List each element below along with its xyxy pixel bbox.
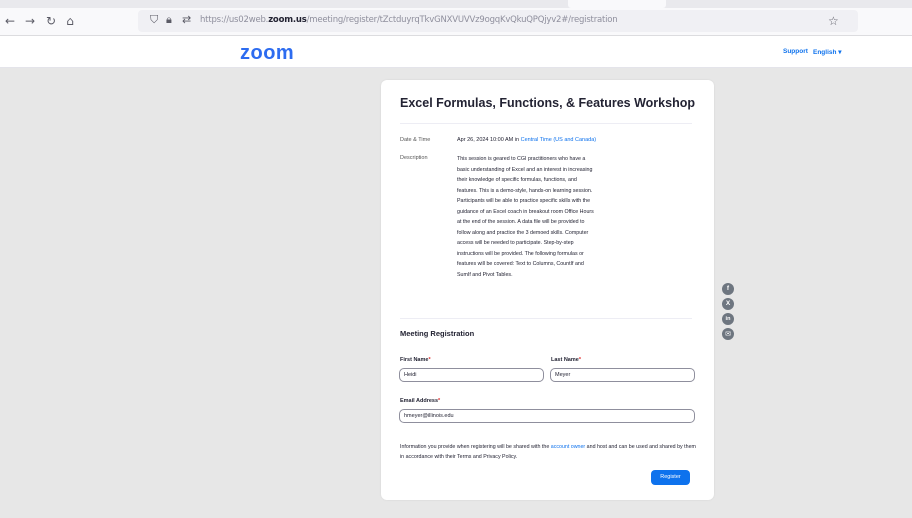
description-line: This session is geared to CGI practition… [457, 156, 586, 162]
divider [400, 318, 692, 319]
x-twitter-icon[interactable]: X [722, 298, 734, 310]
timezone-link[interactable]: Central Time (US and Canada) [521, 137, 597, 143]
email-label: Email Address* [400, 398, 441, 404]
support-link[interactable]: Support [783, 48, 808, 55]
description-line: Participants will be able to practice sp… [457, 198, 591, 204]
shield-icon[interactable]: ⛉ [150, 13, 158, 27]
registration-card: Excel Formulas, Functions, & Features Wo… [381, 80, 714, 500]
description-line: basic understanding of Excel and an inte… [457, 166, 593, 173]
url-bar[interactable]: ⛉ 🔒︎ ⇄ https://us02web.zoom.us/meeting/r… [138, 10, 858, 32]
back-arrow-icon[interactable]: ← [3, 14, 17, 28]
description-line: follow along and practice the 3 demoed s… [457, 229, 589, 236]
forward-arrow-icon[interactable]: → [23, 14, 37, 28]
registration-section-title: Meeting Registration [400, 329, 475, 338]
home-icon[interactable]: ⌂ [63, 14, 77, 28]
zoom-logo[interactable]: zoom [240, 42, 294, 65]
browser-toolbar: ← → ↻ ⌂ ⛉ 🔒︎ ⇄ https://us02web.zoom.us/m… [0, 0, 912, 36]
bookmark-star-icon[interactable]: ☆ [828, 14, 839, 28]
description-line: SumIf and Pivot Tables. [457, 271, 513, 278]
date-time-label: Date & Time [400, 137, 431, 143]
tab-strip [0, 0, 912, 8]
description-label: Description [400, 155, 428, 161]
divider [400, 123, 692, 124]
active-tab[interactable] [568, 0, 666, 8]
reload-icon[interactable]: ↻ [44, 14, 58, 28]
permissions-icon[interactable]: ⇄ [182, 13, 191, 26]
last-name-label: Last Name* [551, 357, 581, 363]
description-line: at the end of the session. A data file w… [457, 219, 585, 225]
description-line: guidance of an Excel coach in breakout r… [457, 208, 594, 215]
description-line: their knowledge of specific formulas, fu… [457, 177, 577, 183]
description-line: access will be needed to participate. St… [457, 240, 574, 246]
description-line: instructions will be provided. The follo… [457, 250, 584, 257]
lock-icon[interactable]: 🔒︎ [166, 13, 172, 27]
facebook-icon[interactable]: f [722, 283, 734, 295]
privacy-notice: Information you provide when registering… [400, 444, 696, 460]
register-button[interactable]: Register [651, 470, 690, 485]
linkedin-icon[interactable]: in [722, 313, 734, 325]
date-time-value: Apr 26, 2024 10:00 AM in Central Time (U… [457, 137, 597, 143]
meeting-title: Excel Formulas, Functions, & Features Wo… [400, 96, 695, 110]
email-icon[interactable]: ✉ [722, 328, 734, 340]
url-text[interactable]: https://us02web.zoom.us/meeting/register… [200, 15, 618, 25]
account-owner-link[interactable]: account owner [551, 444, 585, 450]
first-name-label: First Name* [400, 357, 431, 363]
language-dropdown[interactable]: English ▾ [813, 48, 842, 56]
description-line: features will be covered: Text to Column… [457, 261, 584, 267]
last-name-input[interactable]: Meyer [550, 368, 695, 382]
first-name-input[interactable]: Heidi [399, 368, 544, 382]
description-line: features. This is a demo-style, hands-on… [457, 187, 593, 194]
site-header: zoom Support English ▾ [0, 36, 912, 68]
email-input[interactable]: hmeyer@illinois.edu [399, 409, 695, 423]
